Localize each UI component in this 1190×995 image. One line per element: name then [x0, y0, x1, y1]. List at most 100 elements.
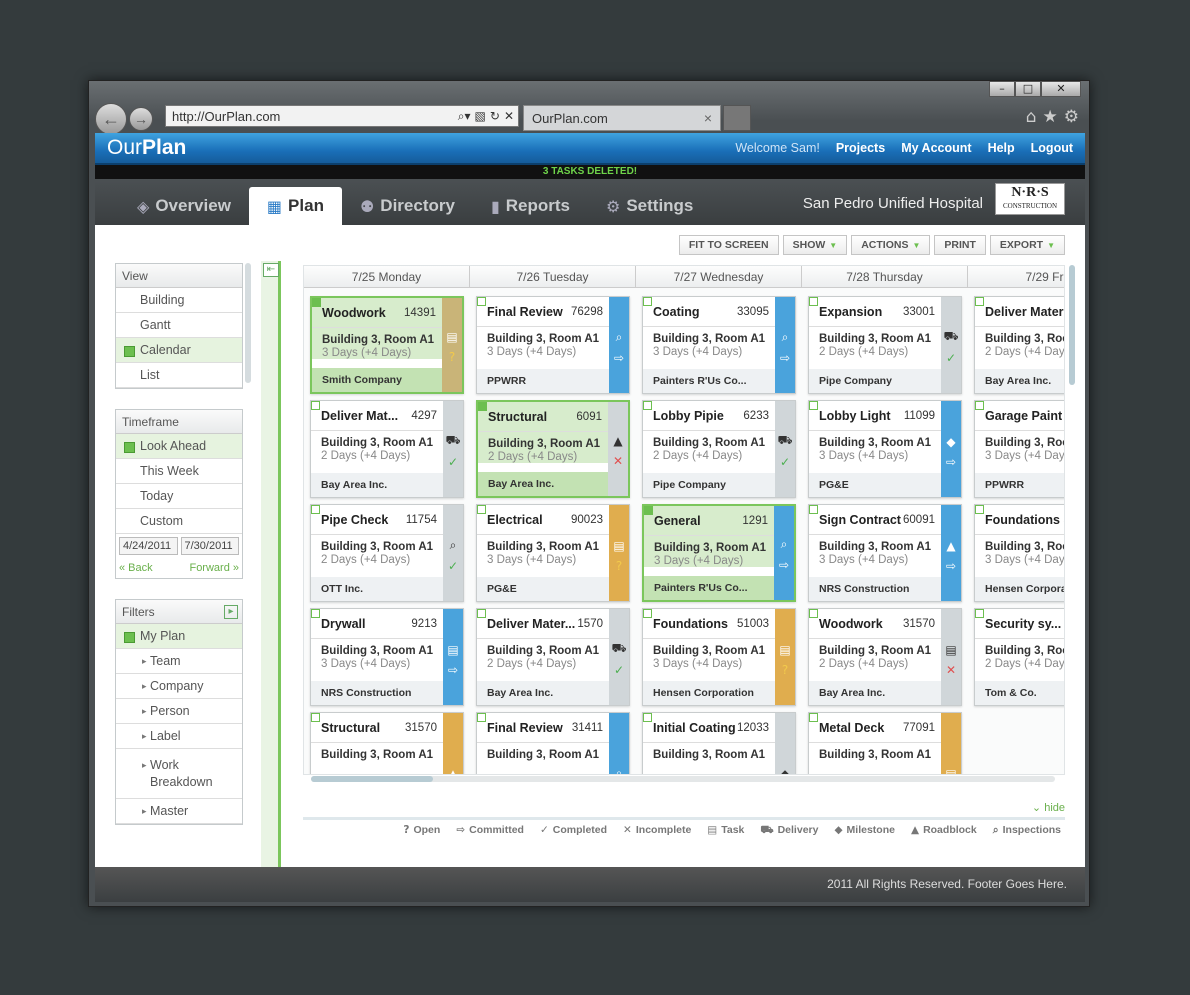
- task-card[interactable]: Drywall 9213 Building 3, Room A1 3 Days (+4…: [310, 608, 464, 706]
- task-card[interactable]: Expansion 33001 Building 3, Room A1 2 Days …: [808, 296, 962, 394]
- task-checkbox[interactable]: [644, 506, 653, 515]
- task-card[interactable]: Final Review 31411 Building 3, Room A1 ⌕: [476, 712, 630, 774]
- task-checkbox[interactable]: [311, 505, 320, 514]
- calendar-horizontal-scrollbar[interactable]: [311, 776, 1055, 782]
- nav-projects[interactable]: Projects: [836, 141, 885, 155]
- task-checkbox[interactable]: [643, 713, 652, 722]
- task-checkbox[interactable]: [311, 401, 320, 410]
- show-dropdown[interactable]: SHOW ▼: [782, 235, 848, 255]
- task-card[interactable]: Structural 31570 Building 3, Room A1 ▲: [310, 712, 464, 774]
- task-card[interactable]: Foundations 51003 Building 3, Room A1 3 Day…: [642, 608, 796, 706]
- task-card[interactable]: Sign Contract 60091 Building 3, Room A1 3 D…: [808, 504, 962, 602]
- stop-icon[interactable]: ✕: [504, 109, 514, 124]
- filter-my-plan[interactable]: My Plan: [116, 624, 242, 649]
- back-link[interactable]: « Back: [119, 562, 153, 574]
- timeframe-look-ahead[interactable]: Look Ahead: [116, 434, 242, 459]
- task-card[interactable]: Garage Paint Building 3, Roo 3 Days (+4 Da…: [974, 400, 1064, 498]
- search-icon[interactable]: ⌕▾: [458, 109, 471, 124]
- new-tab-button[interactable]: [723, 105, 751, 131]
- nav-help[interactable]: Help: [988, 141, 1015, 155]
- task-checkbox[interactable]: [975, 505, 984, 514]
- tab-overview[interactable]: ◈ Overview: [119, 187, 249, 225]
- address-bar[interactable]: http://OurPlan.com ⌕▾ ▧ ↻ ✕: [165, 105, 519, 127]
- task-card[interactable]: Woodwork 14391 Building 3, Room A1 3 Days (…: [310, 296, 464, 394]
- task-checkbox[interactable]: [477, 297, 486, 306]
- filter-company[interactable]: Company: [116, 674, 242, 699]
- nav-my-account[interactable]: My Account: [901, 141, 971, 155]
- task-checkbox[interactable]: [975, 401, 984, 410]
- task-checkbox[interactable]: [477, 609, 486, 618]
- task-card[interactable]: Foundations 5 Building 3, Roo 3 Days (+4 D…: [974, 504, 1064, 602]
- forward-arrow-icon[interactable]: →: [129, 107, 153, 131]
- sidebar-scrollbar[interactable]: [245, 263, 251, 383]
- hide-legend-link[interactable]: ⌄ hide: [1032, 801, 1065, 814]
- task-checkbox[interactable]: [643, 297, 652, 306]
- minimize-button[interactable]: –: [989, 81, 1015, 97]
- actions-dropdown[interactable]: ACTIONS ▼: [851, 235, 931, 255]
- fit-to-screen-button[interactable]: FIT TO SCREEN: [678, 235, 779, 255]
- tab-plan[interactable]: ▦ Plan: [248, 187, 342, 225]
- task-card[interactable]: Lobby Light 11099 Building 3, Room A1 3 Day…: [808, 400, 962, 498]
- tools-gear-icon[interactable]: ⚙: [1064, 107, 1079, 127]
- tab-close-icon[interactable]: ×: [704, 110, 712, 126]
- task-checkbox[interactable]: [477, 713, 486, 722]
- task-checkbox[interactable]: [477, 505, 486, 514]
- task-checkbox[interactable]: [975, 609, 984, 618]
- task-card[interactable]: Metal Deck 77091 Building 3, Room A1 ▤: [808, 712, 962, 774]
- app-logo[interactable]: OurPlan: [107, 136, 186, 160]
- collapse-left-icon[interactable]: ⇤: [263, 263, 279, 277]
- tab-settings[interactable]: ⚙ Settings: [588, 187, 711, 225]
- task-card[interactable]: Woodwork 31570 Building 3, Room A1 2 Days (…: [808, 608, 962, 706]
- favorites-star-icon[interactable]: ★: [1043, 107, 1058, 127]
- task-checkbox[interactable]: [478, 402, 487, 411]
- task-checkbox[interactable]: [809, 609, 818, 618]
- task-checkbox[interactable]: [643, 609, 652, 618]
- timeframe-this-week[interactable]: This Week: [116, 459, 242, 484]
- task-checkbox[interactable]: [643, 401, 652, 410]
- task-card[interactable]: General 1291 Building 3, Room A1 3 Days (+4…: [642, 504, 796, 602]
- task-card[interactable]: Structural 6091 Building 3, Room A1 2 Days …: [476, 400, 630, 498]
- calendar-vertical-scrollbar[interactable]: [1069, 265, 1075, 385]
- task-checkbox[interactable]: [809, 297, 818, 306]
- task-card[interactable]: Deliver Mat... 4297 Building 3, Room A1 2 D…: [310, 400, 464, 498]
- task-card[interactable]: Pipe Check 11754 Building 3, Room A1 2 Days…: [310, 504, 464, 602]
- filter-label[interactable]: Label: [116, 724, 242, 749]
- filter-person[interactable]: Person: [116, 699, 242, 724]
- task-checkbox[interactable]: [809, 505, 818, 514]
- home-icon[interactable]: ⌂: [1026, 107, 1037, 127]
- task-card[interactable]: Electrical 90023 Building 3, Room A1 3 Days…: [476, 504, 630, 602]
- task-checkbox[interactable]: [312, 298, 321, 307]
- task-card[interactable]: Final Review 76298 Building 3, Room A1 3 Da…: [476, 296, 630, 394]
- view-calendar[interactable]: Calendar: [116, 338, 242, 363]
- task-card[interactable]: Deliver Materi Building 3, Roo 2 Days (+4 …: [974, 296, 1064, 394]
- filter-master[interactable]: Master: [116, 799, 242, 824]
- close-window-button[interactable]: ✕: [1041, 81, 1081, 97]
- filter-team[interactable]: Team: [116, 649, 242, 674]
- task-card[interactable]: Initial Coating 12033 Building 3, Room A1 ◆: [642, 712, 796, 774]
- refresh-icon[interactable]: ↻: [490, 109, 500, 124]
- task-checkbox[interactable]: [809, 713, 818, 722]
- task-checkbox[interactable]: [311, 713, 320, 722]
- print-button[interactable]: PRINT: [934, 235, 986, 255]
- timeframe-today[interactable]: Today: [116, 484, 242, 509]
- forward-link[interactable]: Forward »: [189, 562, 239, 574]
- nav-logout[interactable]: Logout: [1031, 141, 1073, 155]
- task-card[interactable]: Security sy... 3 Building 3, Roo 2 Days (+…: [974, 608, 1064, 706]
- start-date-field[interactable]: 4/24/2011: [119, 537, 178, 555]
- task-card[interactable]: Lobby Pipie 6233 Building 3, Room A1 2 Days…: [642, 400, 796, 498]
- maximize-button[interactable]: □: [1015, 81, 1041, 97]
- filter-work-breakdown[interactable]: Work Breakdown: [116, 749, 242, 799]
- view-building[interactable]: Building: [116, 288, 242, 313]
- compat-icon[interactable]: ▧: [475, 109, 486, 124]
- task-checkbox[interactable]: [809, 401, 818, 410]
- task-checkbox[interactable]: [311, 609, 320, 618]
- expand-arrow-icon[interactable]: ▸: [224, 605, 238, 619]
- browser-tab[interactable]: OurPlan.com ×: [523, 105, 721, 131]
- end-date-field[interactable]: 7/30/2011: [180, 537, 239, 555]
- task-card[interactable]: Coating 33095 Building 3, Room A1 3 Days (+…: [642, 296, 796, 394]
- view-list[interactable]: List: [116, 363, 242, 388]
- tab-reports[interactable]: ▮ Reports: [473, 187, 588, 225]
- scroll-thumb[interactable]: [311, 776, 433, 782]
- timeframe-custom[interactable]: Custom: [116, 509, 242, 534]
- task-checkbox[interactable]: [975, 297, 984, 306]
